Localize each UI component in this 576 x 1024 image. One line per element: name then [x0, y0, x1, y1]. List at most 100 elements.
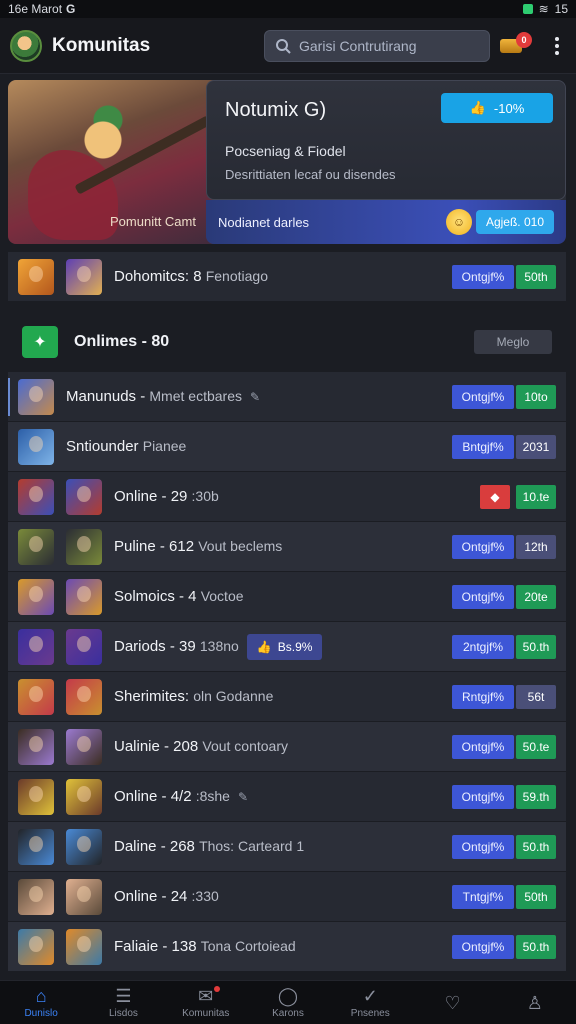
more-menu-button[interactable]	[548, 36, 566, 55]
count-badge[interactable]: 50.th	[516, 834, 556, 859]
status-badge[interactable]: 2ntgjf%	[452, 634, 514, 659]
list-item-label: Manunuds - Mmet ectbares	[66, 388, 242, 405]
list-item[interactable]: Dariods - 39 138no 👍 Bs.9% 2ntgjf% 50.th	[8, 622, 566, 672]
count-badge[interactable]: 10.te	[516, 484, 556, 509]
status-badge[interactable]: Ontgjf%	[452, 264, 514, 289]
status-badge[interactable]: Ontgjf%	[452, 534, 514, 559]
status-badge[interactable]: Ontgjf%	[452, 834, 514, 859]
hero-thumbnail	[66, 778, 102, 815]
status-badge[interactable]: Bntgjf%	[452, 434, 514, 459]
reaction-badge[interactable]: 👍 Bs.9%	[246, 633, 323, 660]
list-item[interactable]: Puline - 612 Vout beclems Ontgjf% 12th	[8, 522, 566, 572]
status-badge[interactable]: Ontgjf%	[452, 584, 514, 609]
count-badge[interactable]: 2031	[516, 434, 556, 459]
list-item-title: Puline - 612	[114, 538, 199, 555]
count-badge[interactable]: 12th	[516, 534, 556, 559]
list-item[interactable]: Faliaie - 138 Tona Cortoiead Ontgjf% 50.th	[8, 922, 566, 972]
chat-icon: ✉	[198, 986, 214, 1006]
list-item[interactable]: Sntiounder Pianee Bntgjf% 2031	[8, 422, 566, 472]
status-badge[interactable]: Ontgjf%	[452, 784, 514, 809]
hero-footer-button[interactable]: Agjeß. 010	[475, 210, 554, 234]
check-icon: ✓	[362, 986, 378, 1006]
status-badge[interactable]: Tntgjf%	[452, 884, 514, 909]
hero-rifle	[74, 115, 212, 195]
list-item-label: Solmoics - 4 Voctoe	[114, 588, 244, 605]
list-icon: ☰	[115, 986, 132, 1006]
count-badge[interactable]: 50.th	[516, 934, 556, 959]
list-item[interactable]: Online - 24 :330 Tntgjf% 50th	[8, 872, 566, 922]
more-button[interactable]: Meglo	[474, 330, 552, 354]
game-thumbnail	[18, 928, 54, 965]
game-thumbnail	[18, 478, 54, 515]
nav-label: Dunislo	[24, 1008, 58, 1019]
avatar[interactable]	[10, 29, 42, 62]
notification-badge: 0	[516, 31, 532, 48]
nav-item-home[interactable]: ⌂ Dunislo	[9, 986, 73, 1019]
list-item-actions: Tntgjf% 50th	[452, 884, 556, 909]
status-badge[interactable]: Ontgjf%	[452, 734, 514, 759]
list-item-title: Sntiounder	[66, 438, 143, 455]
nav-item-circle[interactable]: ◯ Karons	[256, 986, 320, 1019]
count-badge[interactable]: 50.th	[516, 634, 556, 659]
bottom-nav: ⌂ Dunislo ☰ Lisdos ✉ Komunitas ◯ Karons ✓ Pnsenes…	[0, 980, 576, 1024]
nav-item-profile[interactable]: ♙	[503, 993, 567, 1013]
hero-banner[interactable]: Pomunitt Camt Notumix G) 👍 -10% Pocsenia…	[8, 80, 566, 244]
list-item-title: Sherimites:	[114, 688, 194, 705]
list-item-actions: 2ntgjf% 50.th	[452, 634, 556, 659]
list-item-actions: Ontgjf% 50.te	[452, 734, 556, 759]
smile-icon: ☺	[445, 209, 472, 235]
nav-item-favorites[interactable]: ♡	[421, 993, 485, 1013]
list-item[interactable]: Solmoics - 4 Voctoe Ontgjf% 20te	[8, 572, 566, 622]
nav-item-list[interactable]: ☰ Lisdos	[91, 986, 155, 1019]
list-item-actions: Ontgjf% 20te	[452, 584, 556, 609]
hero-thumbnail	[66, 628, 102, 665]
list-item-title: Manunuds -	[66, 388, 150, 405]
list-item[interactable]: Dohomitcs: 8 Fenotiago Ontgjf% 50th	[8, 252, 566, 302]
section-title: Onlimes - 80	[74, 333, 170, 350]
count-badge[interactable]: 50th	[516, 264, 556, 289]
status-badge[interactable]: Rntgjf%	[452, 684, 514, 709]
count-badge[interactable]: 20te	[516, 584, 556, 609]
list-item-label: Dohomitcs: 8 Fenotiago	[114, 268, 268, 285]
status-badge[interactable]: Ontgjf%	[452, 384, 514, 409]
status-badge[interactable]: Ontgjf%	[452, 934, 514, 959]
list-item[interactable]: Online - 4/2 :8she ✎ Ontgjf% 59.th	[8, 772, 566, 822]
search-input[interactable]: Garisi Contrutirang	[264, 29, 490, 62]
dot-icon	[555, 43, 559, 48]
list-item-label: Sntiounder Pianee	[66, 438, 186, 455]
status-left: 16e Marot G	[8, 2, 75, 16]
list-item-title: Ualinie - 208	[114, 738, 203, 755]
coins-button[interactable]: 0	[500, 31, 532, 58]
list-item[interactable]: Sherimites: oln Godanne Rntgjf% 56t	[8, 672, 566, 722]
dot-icon	[555, 50, 559, 55]
hero-description: Desrittiaten lecaf ou disendes	[225, 167, 396, 182]
hero-thumbnail	[66, 928, 102, 965]
list-item-actions: Ontgjf% 50th	[452, 264, 556, 289]
list-item-subtitle: Pianee	[142, 438, 187, 454]
nav-item-check[interactable]: ✓ Pnsenes	[338, 986, 402, 1019]
hero-thumbnail	[66, 678, 102, 715]
count-badge[interactable]: 59.th	[516, 784, 556, 809]
alert-icon[interactable]: ◆	[480, 484, 510, 509]
hero-footer[interactable]: Nodianet darles ☺ Agjeß. 010	[206, 200, 566, 244]
list-item-actions: Ontgjf% 50.th	[452, 934, 556, 959]
list-item[interactable]: Online - 29 :30b ◆ 10.te	[8, 472, 566, 522]
nav-item-community[interactable]: ✉ Komunitas	[174, 986, 238, 1019]
edit-icon[interactable]: ✎	[250, 390, 260, 404]
app-header: Komunitas Garisi Contrutirang 0	[0, 18, 576, 74]
count-badge[interactable]: 56t	[516, 684, 556, 709]
hero-like-button[interactable]: 👍 -10%	[441, 93, 553, 123]
list-item[interactable]: Daline - 268 Thos: Carteard 1 Ontgjf% 50.t…	[8, 822, 566, 872]
count-badge[interactable]: 50.te	[516, 734, 556, 759]
hero-footer-text: Nodianet darles	[218, 214, 310, 230]
page-title: Komunitas	[52, 34, 151, 56]
list-item[interactable]: Manunuds - Mmet ectbares ✎ Ontgjf% 10to	[8, 372, 566, 422]
count-badge[interactable]: 10to	[516, 384, 556, 409]
count-badge[interactable]: 50th	[516, 884, 556, 909]
section-header: ✦ Onlimes - 80 Meglo	[8, 312, 566, 372]
list-item[interactable]: Ualinie - 208 Vout contoary Ontgjf% 50.te	[8, 722, 566, 772]
thumbs-up-icon: 👍	[469, 100, 486, 115]
list-item-subtitle: Fenotiago	[205, 268, 268, 284]
notification-dot	[213, 986, 220, 992]
edit-icon[interactable]: ✎	[238, 790, 248, 804]
